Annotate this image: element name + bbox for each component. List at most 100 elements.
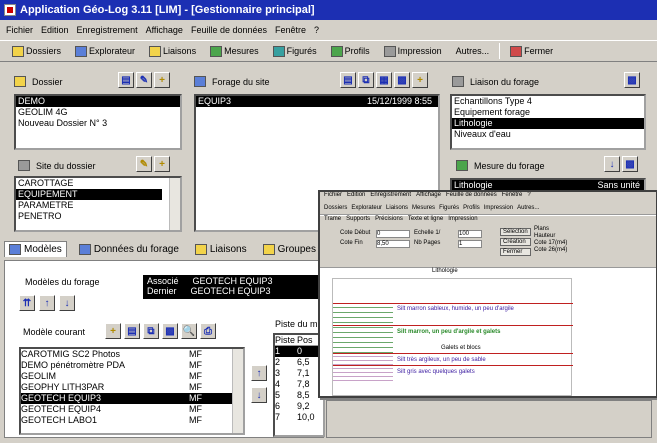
dossier-list-button[interactable]: ▤	[118, 72, 134, 88]
forage-list-button[interactable]: ▤	[340, 72, 356, 88]
menu-help[interactable]: ?	[314, 25, 319, 35]
piste-up-button[interactable]: ↑	[251, 365, 267, 381]
grid-model-button[interactable]: ▩	[162, 323, 178, 339]
forage-table-button[interactable]: ▦	[376, 72, 392, 88]
inner-menu-item[interactable]: ?	[527, 192, 530, 202]
fermer-button[interactable]: Fermer	[500, 248, 531, 256]
cote-debut-field[interactable]: 0	[376, 230, 410, 238]
inner-tool-item[interactable]: Profils	[463, 205, 480, 211]
mesure-down-button[interactable]: ↓	[604, 156, 620, 172]
table-row[interactable]: 3 7,1	[275, 368, 323, 379]
table-row[interactable]: 2 6,5	[275, 357, 323, 368]
dossiers-button[interactable]: Dossiers	[8, 42, 66, 60]
list-item[interactable]: GEOLIM 4G	[16, 107, 180, 118]
table-row[interactable]: 6 9,2	[275, 401, 323, 412]
table-row[interactable]: 7 10,0	[275, 412, 323, 423]
nb-pages-field[interactable]: 1	[458, 240, 482, 248]
forage-copy-button[interactable]: ⧉	[358, 72, 374, 88]
inner-tool-item[interactable]: Figurés	[439, 205, 459, 211]
list-item[interactable]: GEOLIM MF	[21, 371, 243, 382]
selection-button[interactable]: Sélection	[500, 228, 531, 236]
forage-grid-button[interactable]: ▩	[394, 72, 410, 88]
copy-model-button[interactable]: ⧉	[143, 323, 159, 339]
site-list[interactable]: CAROTTAGE EQUIPEMENT PARAMETRE PENETRO	[14, 176, 182, 232]
liaison-grid-button[interactable]: ▩	[624, 72, 640, 88]
inner-tool-item[interactable]: Liaisons	[386, 205, 408, 211]
inner-tab[interactable]: Impression	[448, 216, 477, 226]
tab-modeles[interactable]: Modèles	[4, 241, 67, 257]
tab-donnees-du-forage[interactable]: Données du forage	[75, 242, 183, 257]
tab-groupes[interactable]: Groupes	[259, 242, 320, 257]
menu-enregistrement[interactable]: Enregistrement	[77, 25, 138, 35]
inner-menu-item[interactable]: Fichier	[324, 192, 342, 202]
inner-tool-item[interactable]: Mesures	[412, 205, 435, 211]
table-row[interactable]: 10	[275, 346, 323, 357]
liaisons-button[interactable]: Liaisons	[145, 42, 201, 60]
modeles-list[interactable]: CAROTMIG SC2 Photos MF DEMO pénétromètre …	[19, 347, 245, 435]
move-down-button[interactable]: ↓	[59, 295, 75, 311]
profils-button[interactable]: Profils	[326, 42, 374, 60]
creation-button[interactable]: Création	[500, 238, 531, 246]
list-item[interactable]: PENETRO	[16, 211, 180, 222]
list-item[interactable]: Niveaux d'eau	[452, 129, 644, 140]
list-item[interactable]: DEMO pénétromètre PDA MF	[21, 360, 243, 371]
autres-button[interactable]: Autres...	[451, 42, 494, 60]
add-model-button[interactable]: +	[105, 323, 121, 339]
list-item[interactable]: EQUIP3 15/12/1999 8:55	[196, 96, 438, 107]
table-row[interactable]: 5 8,5	[275, 390, 323, 401]
menu-affichage[interactable]: Affichage	[146, 25, 183, 35]
explorateur-button[interactable]: Explorateur	[71, 42, 140, 60]
inner-menu-item[interactable]: Affichage	[416, 192, 441, 202]
dossier-add-button[interactable]: +	[154, 72, 170, 88]
inner-menu-item[interactable]: Edition	[347, 192, 365, 202]
list-item[interactable]: Equipement forage	[452, 107, 644, 118]
list-item[interactable]: Lithologie	[452, 118, 644, 129]
move-up-button[interactable]: ↑	[39, 295, 55, 311]
echelle-field[interactable]: 100	[458, 230, 482, 238]
inner-tool-item[interactable]: Autres...	[517, 205, 539, 211]
print-model-button[interactable]: ⎙	[200, 323, 216, 339]
liaison-list[interactable]: Echantillons Type 4 Equipement forage Li…	[450, 94, 646, 150]
list-item[interactable]: GEOTECH LABO1 MF	[21, 415, 243, 426]
site-add-button[interactable]: +	[154, 156, 170, 172]
inner-tab[interactable]: Trame	[324, 216, 341, 226]
tab-liaisons[interactable]: Liaisons	[191, 242, 251, 257]
edit-model-button[interactable]: ▤	[124, 323, 140, 339]
mesures-button[interactable]: Mesures	[206, 42, 263, 60]
piste-down-button[interactable]: ↓	[251, 387, 267, 403]
list-item[interactable]: CAROTMIG SC2 Photos MF	[21, 349, 243, 360]
mesure-grid-button[interactable]: ▩	[622, 156, 638, 172]
menu-edition[interactable]: Edition	[41, 25, 69, 35]
inner-menu-item[interactable]: Enregistrement	[370, 192, 411, 202]
impression-button[interactable]: Impression	[379, 42, 446, 60]
inner-tool-item[interactable]: Explorateur	[351, 205, 382, 211]
dossier-list[interactable]: DEMO GEOLIM 4G Nouveau Dossier N° 3	[14, 94, 182, 150]
cote-fin-field[interactable]: 8,50	[376, 240, 410, 248]
inner-tool-item[interactable]: Impression	[484, 205, 513, 211]
inner-menu-item[interactable]: Feuille de données	[446, 192, 497, 202]
preview-model-button[interactable]: 🔍	[181, 323, 197, 339]
list-item[interactable]: DEMO	[16, 96, 180, 107]
list-item[interactable]: Nouveau Dossier N° 3	[16, 118, 180, 129]
list-item[interactable]: GEOPHY LITH3PAR MF	[21, 382, 243, 393]
dossier-edit-button[interactable]: ✎	[136, 72, 152, 88]
menu-fichier[interactable]: Fichier	[6, 25, 33, 35]
forage-add-button[interactable]: +	[412, 72, 428, 88]
move-top-button[interactable]: ⇈	[19, 295, 35, 311]
list-item[interactable]: CAROTTAGE	[16, 178, 180, 189]
menu-fenetre[interactable]: Fenêtre	[275, 25, 306, 35]
table-row[interactable]: 4 7,8	[275, 379, 323, 390]
site-scrollbar[interactable]	[169, 178, 180, 230]
list-item[interactable]: GEOTECH EQUIP4 MF	[21, 404, 243, 415]
list-item[interactable]: GEOTECH EQUIP3 MF	[21, 393, 243, 404]
inner-tab[interactable]: Précisions	[375, 216, 403, 226]
list-item[interactable]: Echantillons Type 4	[452, 96, 644, 107]
site-edit-button[interactable]: ✎	[136, 156, 152, 172]
list-item[interactable]: PARAMETRE	[16, 200, 180, 211]
inner-menu-item[interactable]: Fenêtre	[502, 192, 523, 202]
modeles-scrollbar[interactable]	[232, 349, 243, 433]
inner-tab[interactable]: Supports	[346, 216, 370, 226]
inner-tool-item[interactable]: Dossiers	[324, 205, 347, 211]
lithologie-preview-window[interactable]: Fichier Edition Enregistrement Affichage…	[318, 190, 657, 398]
inner-tab[interactable]: Texte et ligne	[408, 216, 443, 226]
